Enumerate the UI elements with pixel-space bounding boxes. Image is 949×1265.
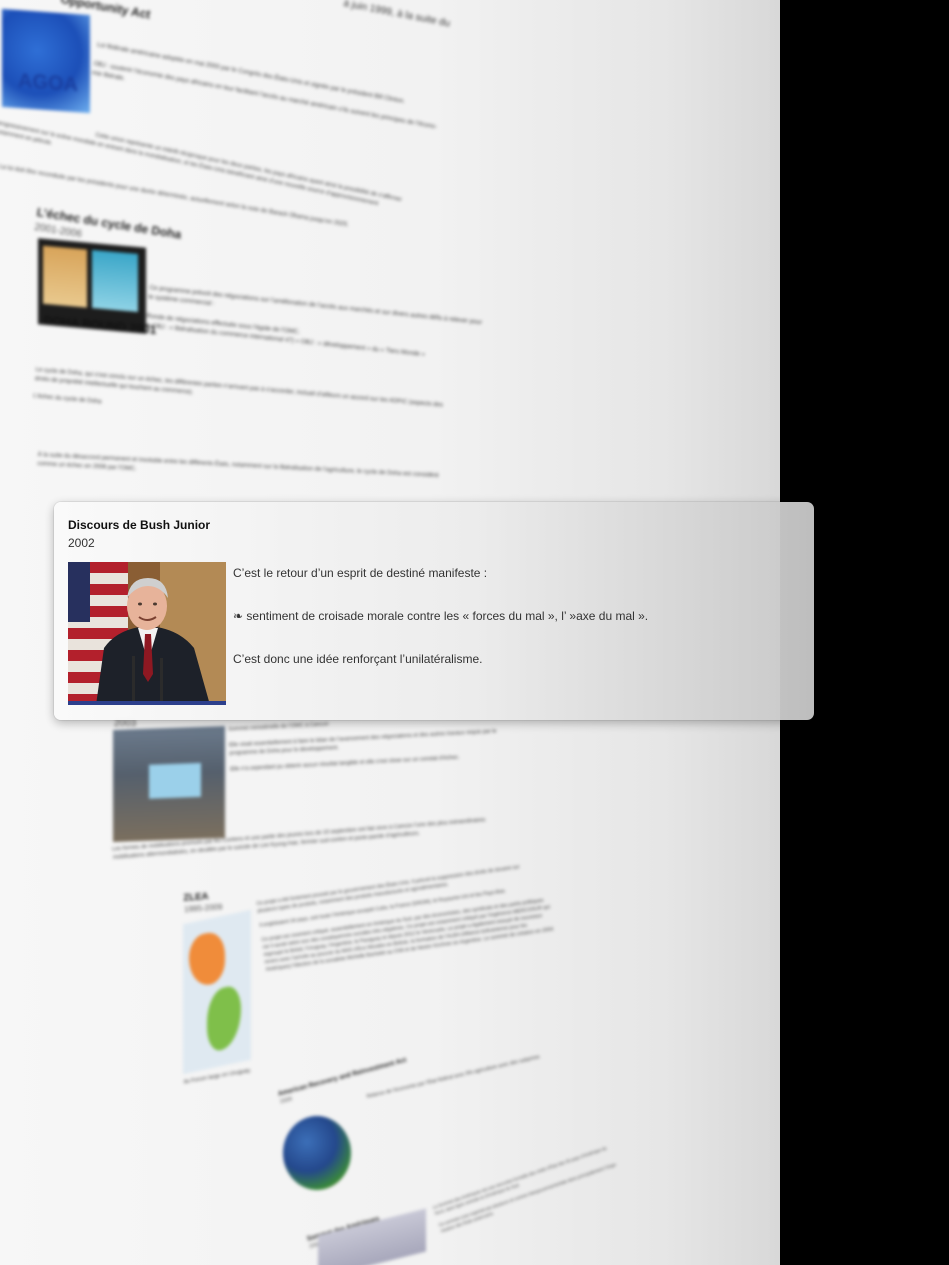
recovery-logo-image xyxy=(283,1116,351,1190)
agoa-logo-text: AGOA xyxy=(18,69,78,97)
screen: AGOA Opportunity Act à juin 1999, à la s… xyxy=(0,0,949,1265)
agoa-text-block-1: Loi fédérale américaine adoptée en mai 2… xyxy=(91,40,441,141)
zlea-years: 1995-2009 xyxy=(183,902,223,915)
popup-paragraph: ❧ sentiment de croisade morale contre le… xyxy=(233,609,649,623)
summit-text-block: Le Sommet des Amériques est une rencontr… xyxy=(432,1144,620,1234)
doha-text-block-2: Le cycle de Doha, qui s’est conclu sur u… xyxy=(33,365,443,436)
detail-popup-card[interactable]: Discours de Bush Junior 2002 C’est le re… xyxy=(54,502,814,720)
popup-paragraph: C’est donc une idée renforçant l’unilaté… xyxy=(233,652,483,666)
bush-speech-photo-graphic xyxy=(68,562,226,705)
agoa-top-right-block: à juin 1999, à la suite du xyxy=(342,0,452,31)
zlea-heading-block: ZLEA 1995-2009 xyxy=(183,889,223,916)
agoa-top-right: à juin 1999, à la suite du xyxy=(342,0,452,30)
doha-text-block-1: Ce programme prévoit des négociations su… xyxy=(145,283,482,365)
doha-text-block-3: À la suite du désaccord permanent et ins… xyxy=(37,450,439,489)
bush-speech-photo xyxy=(68,562,226,705)
cancun-text-block-1: Sommet ministérielle de l’OMC à Cancun E… xyxy=(228,711,498,773)
zlea-line: Ce projet a été fortement poussé par le … xyxy=(256,864,521,907)
popup-title: Discours de Bush Junior xyxy=(68,518,211,532)
popup-body: C’est le retour d’un esprit de destiné m… xyxy=(233,565,793,694)
popup-paragraph: C’est le retour d’un esprit de destiné m… xyxy=(233,566,488,580)
recovery-heading-block: American Recovery and Reinvestment Act 2… xyxy=(277,1056,409,1106)
agoa-logo-image xyxy=(2,8,90,114)
zlea-map-image xyxy=(183,909,251,1075)
popup-year: 2002 xyxy=(68,536,95,550)
cancun-protest-image xyxy=(113,726,225,842)
zlea-text-block: Ce projet a été fortement poussé par le … xyxy=(256,860,554,974)
agoa-line: Cette union représente un intérêt récipr… xyxy=(94,131,403,203)
